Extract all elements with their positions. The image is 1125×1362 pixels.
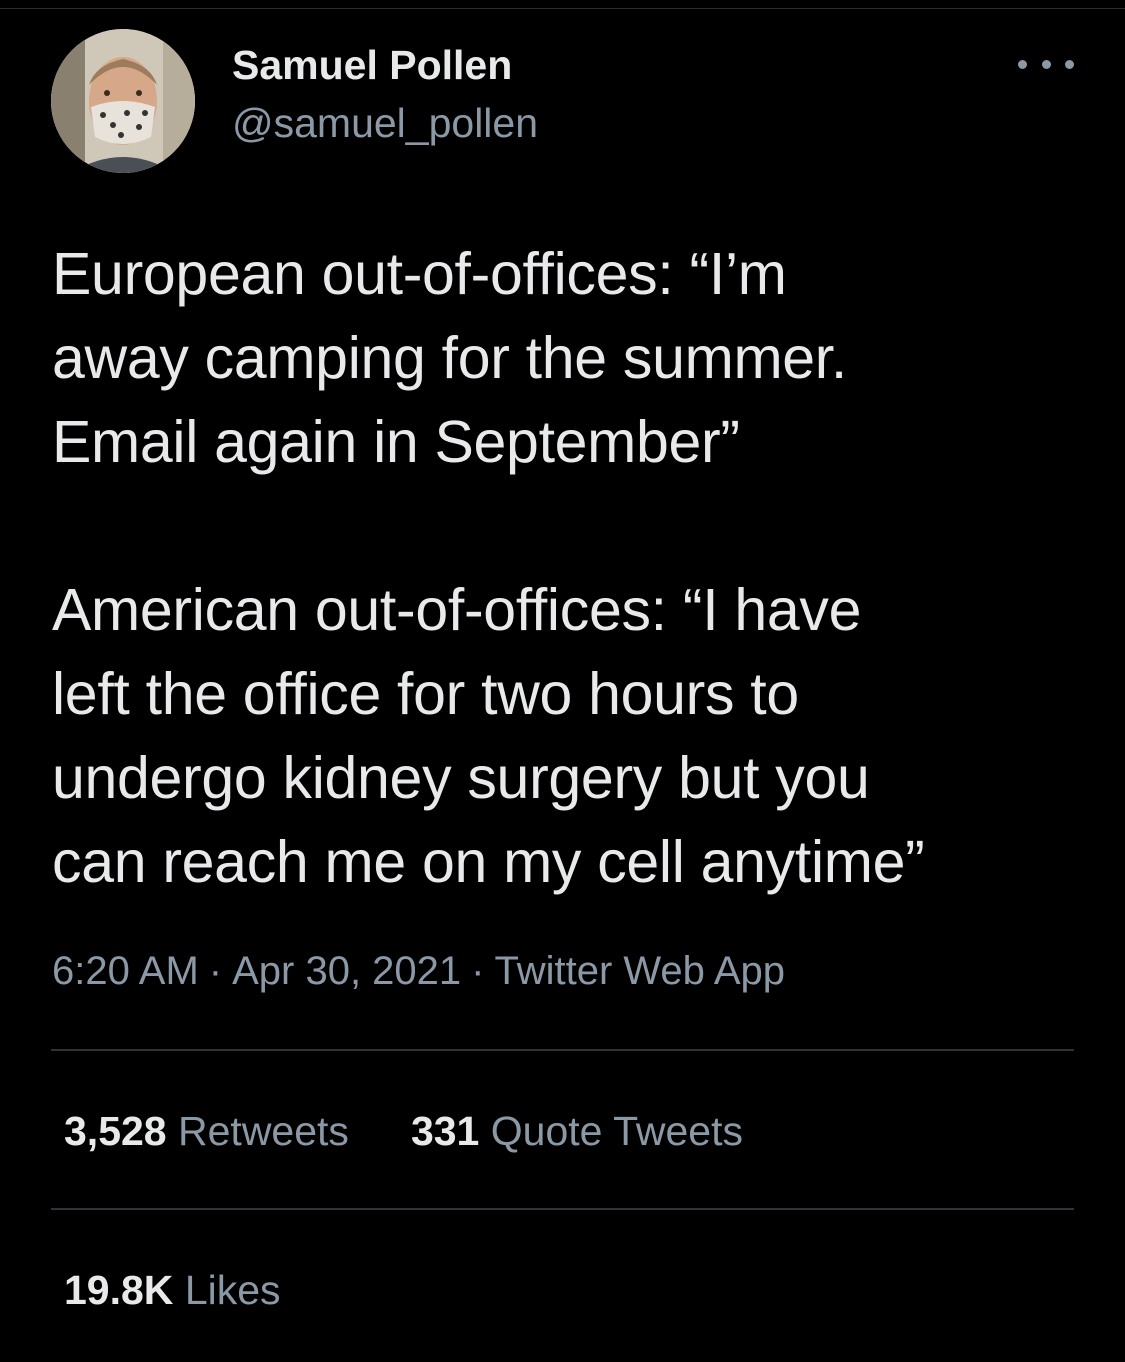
more-dot [1065, 59, 1074, 69]
retweets-label: Retweets [178, 1108, 349, 1154]
tweet-time[interactable]: 6:20 AM [52, 949, 199, 993]
tweet-date[interactable]: Apr 30, 2021 [232, 949, 461, 993]
likes-stat[interactable]: 19.8K Likes [64, 1264, 281, 1316]
quote-tweets-label: Quote Tweets [490, 1108, 743, 1154]
quote-tweets-stat[interactable]: 331 Quote Tweets [411, 1105, 743, 1157]
likes-label: Likes [184, 1267, 281, 1313]
tweet-text: European out-of-offices: “I’m away campi… [52, 241, 925, 895]
tweet-source[interactable]: Twitter Web App [494, 949, 785, 993]
more-dot [1041, 59, 1051, 69]
stats-divider-bottom [51, 1208, 1074, 1210]
more-dot [1018, 59, 1027, 69]
retweets-stat[interactable]: 3,528 Retweets [64, 1105, 349, 1157]
avatar-image [51, 29, 195, 173]
avatar[interactable] [51, 29, 195, 173]
more-options-icon[interactable] [1018, 52, 1074, 76]
tweet-meta: 6:20 AM · Apr 30, 2021 · Twitter Web App [52, 945, 785, 997]
display-name[interactable]: Samuel Pollen [232, 40, 512, 90]
tweet-stats: 3,528 Retweets 331 Quote Tweets [64, 1105, 743, 1157]
retweets-count: 3,528 [64, 1108, 167, 1154]
top-divider [0, 8, 1125, 9]
meta-separator: · [471, 949, 485, 993]
quote-tweets-count: 331 [410, 1108, 480, 1154]
meta-separator: · [208, 949, 223, 993]
likes-count: 19.8K [64, 1267, 174, 1313]
user-handle[interactable]: @samuel_pollen [232, 98, 538, 148]
stats-divider-top [51, 1049, 1074, 1051]
